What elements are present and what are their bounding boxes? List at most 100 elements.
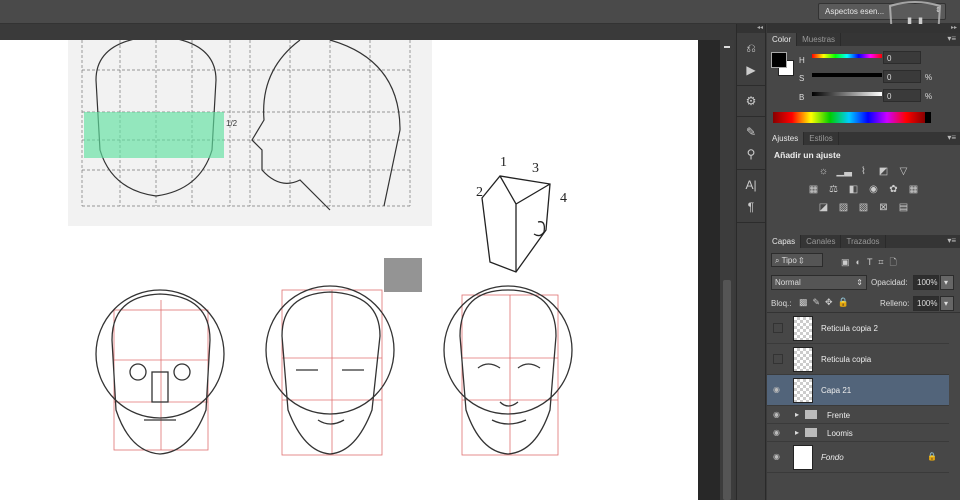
adjustments-panel: Añadir un ajuste ☼ ▁▃ ⌇ ◩ ▽ ▦ ⚖ ◧ ◉ ✿ ▦ ◪ ▨ ▧ ⊠ ▤ xyxy=(767,145,960,235)
filter-icons[interactable]: ▣◐T⌗🗋 xyxy=(841,255,903,271)
fill-dropdown[interactable]: ▾ xyxy=(940,296,954,311)
color-panel-tabs: Color Muestras ▾≡ xyxy=(767,33,960,46)
hue-saturation-icon[interactable]: ▦ xyxy=(807,184,821,196)
b-unit: % xyxy=(925,92,933,101)
tab-paths[interactable]: Trazados xyxy=(841,235,886,248)
visibility-toggle-off[interactable] xyxy=(773,323,783,333)
panel-menu-icon[interactable]: ▾≡ xyxy=(947,133,956,142)
scrollbar-thumb[interactable] xyxy=(723,280,731,500)
eye-icon[interactable]: ◉ xyxy=(773,410,783,420)
eye-icon[interactable]: ◉ xyxy=(773,452,783,462)
visibility-toggle-off[interactable] xyxy=(773,354,783,364)
layer-name: Capa 21 xyxy=(821,386,852,395)
sketch-artwork: 1/2 1 2 3 4 xyxy=(68,40,573,456)
layer-filter-select[interactable]: ⌕ Tipo ⇕ xyxy=(771,253,823,267)
folder-icon xyxy=(805,428,817,437)
opacity-field[interactable]: 100% xyxy=(913,275,939,290)
h-label: H xyxy=(799,56,805,65)
s-value[interactable]: 0 xyxy=(883,70,921,83)
foreground-color-swatch[interactable] xyxy=(771,52,787,68)
layer-thumbnail xyxy=(793,316,813,341)
cube-label: 4 xyxy=(560,191,567,206)
brush-presets-icon[interactable]: ✎ xyxy=(737,121,765,143)
adjustments-panel-tabs: Ajustes Estilos ▾≡ xyxy=(767,132,960,145)
color-ramp[interactable] xyxy=(773,112,931,123)
panel-menu-icon[interactable]: ▾≡ xyxy=(947,236,956,245)
layer-name: Reticula copia xyxy=(821,355,872,364)
actions-play-icon[interactable]: ▶ xyxy=(737,59,765,81)
group-row[interactable]: ◉ ▸ Frente xyxy=(767,406,949,424)
layers-panel-tabs: Capas Canales Trazados ▾≡ xyxy=(767,235,960,248)
tab-channels[interactable]: Canales xyxy=(801,235,842,248)
color-lookup-icon[interactable]: ▦ xyxy=(907,184,921,196)
expand-arrow-icon[interactable]: ▸ xyxy=(795,428,799,437)
expand-icon[interactable]: ▸▸ xyxy=(767,24,960,33)
tab-layers[interactable]: Capas xyxy=(767,235,802,248)
blend-mode-label: Normal xyxy=(775,278,801,287)
gradient-icon[interactable]: ▤ xyxy=(897,202,911,214)
opacity-dropdown[interactable]: ▾ xyxy=(940,275,954,290)
eye-icon[interactable]: ◉ xyxy=(773,428,783,438)
lock-label: Bloq.: xyxy=(771,299,792,308)
layer-name: Reticula copia 2 xyxy=(821,324,878,333)
b-value[interactable]: 0 xyxy=(883,89,921,102)
opacity-label: Opacidad: xyxy=(871,278,908,287)
lock-icons[interactable]: ▩✎✥🔒 xyxy=(799,297,854,308)
photo-filter-icon[interactable]: ◉ xyxy=(867,184,881,196)
cube-label: 2 xyxy=(476,185,483,200)
layer-row[interactable]: Reticula copia xyxy=(767,344,949,375)
color-balance-icon[interactable]: ⚖ xyxy=(827,184,841,196)
black-white-icon[interactable]: ◧ xyxy=(847,184,861,196)
layer-row[interactable]: ◉ Fondo 🔒 xyxy=(767,442,949,473)
tab-adjustments[interactable]: Ajustes xyxy=(767,132,805,145)
properties-icon[interactable]: ⚙ xyxy=(737,90,765,112)
tab-swatches[interactable]: Muestras xyxy=(797,33,842,46)
canvas-gutter xyxy=(698,40,720,500)
lock-icon: 🔒 xyxy=(927,452,937,461)
exposure-icon[interactable]: ◩ xyxy=(877,166,891,178)
selective-color-icon[interactable]: ⊠ xyxy=(877,202,891,214)
expand-arrow-icon[interactable]: ▸ xyxy=(795,410,799,419)
collapse-icon[interactable]: ◂◂ xyxy=(737,24,765,33)
panels-column: ▸▸ Color Muestras ▾≡ H 0 S 0 % B 0 % Aju… xyxy=(767,24,960,500)
h-slider[interactable] xyxy=(812,54,882,58)
character-icon[interactable]: A| xyxy=(737,174,765,196)
history-icon[interactable]: ⎌ xyxy=(737,37,765,59)
layer-thumbnail xyxy=(793,347,813,372)
document-canvas[interactable]: 1/2 1 2 3 4 xyxy=(0,40,698,500)
s-slider[interactable] xyxy=(812,73,882,77)
grid-label: 1/2 xyxy=(226,119,238,128)
options-bar: Aspectos esen...⇕ U ARTS SCHOOL xyxy=(0,0,960,48)
layer-name: Fondo xyxy=(821,453,844,462)
levels-icon[interactable]: ▁▃ xyxy=(837,166,852,178)
panel-menu-icon[interactable]: ▾≡ xyxy=(947,34,956,43)
tab-styles[interactable]: Estilos xyxy=(804,132,839,145)
paragraph-icon[interactable]: ¶ xyxy=(737,196,765,218)
curves-icon[interactable]: ⌇ xyxy=(857,166,871,178)
layer-row-selected[interactable]: ◉ Capa 21 xyxy=(767,375,949,406)
blend-mode-select[interactable]: Normal ⇕ xyxy=(771,275,867,290)
b-slider[interactable] xyxy=(812,92,882,96)
eye-icon[interactable]: ◉ xyxy=(773,385,783,395)
color-panel: H 0 S 0 % B 0 % xyxy=(767,46,960,132)
group-name: Frente xyxy=(827,411,851,420)
vertical-scrollbar[interactable] xyxy=(720,40,734,500)
posterize-icon[interactable]: ▨ xyxy=(837,202,851,214)
group-name: Loomis xyxy=(827,429,853,438)
gradient-map-icon[interactable]: ▽ xyxy=(897,166,911,178)
h-value[interactable]: 0 xyxy=(883,51,921,64)
brightness-icon[interactable]: ☼ xyxy=(817,166,831,178)
layer-row[interactable]: Reticula copia 2 xyxy=(767,313,949,344)
scroll-up-icon[interactable] xyxy=(724,46,730,48)
cube-label: 1 xyxy=(500,155,507,170)
highlight-band xyxy=(84,112,224,158)
tab-color[interactable]: Color xyxy=(767,33,798,46)
layer-thumbnail xyxy=(793,378,813,403)
group-row[interactable]: ◉ ▸ Loomis xyxy=(767,424,949,442)
invert-icon[interactable]: ◪ xyxy=(817,202,831,214)
layer-thumbnail xyxy=(793,445,813,470)
channel-mixer-icon[interactable]: ✿ xyxy=(887,184,901,196)
threshold-icon[interactable]: ▧ xyxy=(857,202,871,214)
fill-field[interactable]: 100% xyxy=(913,296,939,311)
brush-settings-icon[interactable]: ⚲ xyxy=(737,143,765,165)
